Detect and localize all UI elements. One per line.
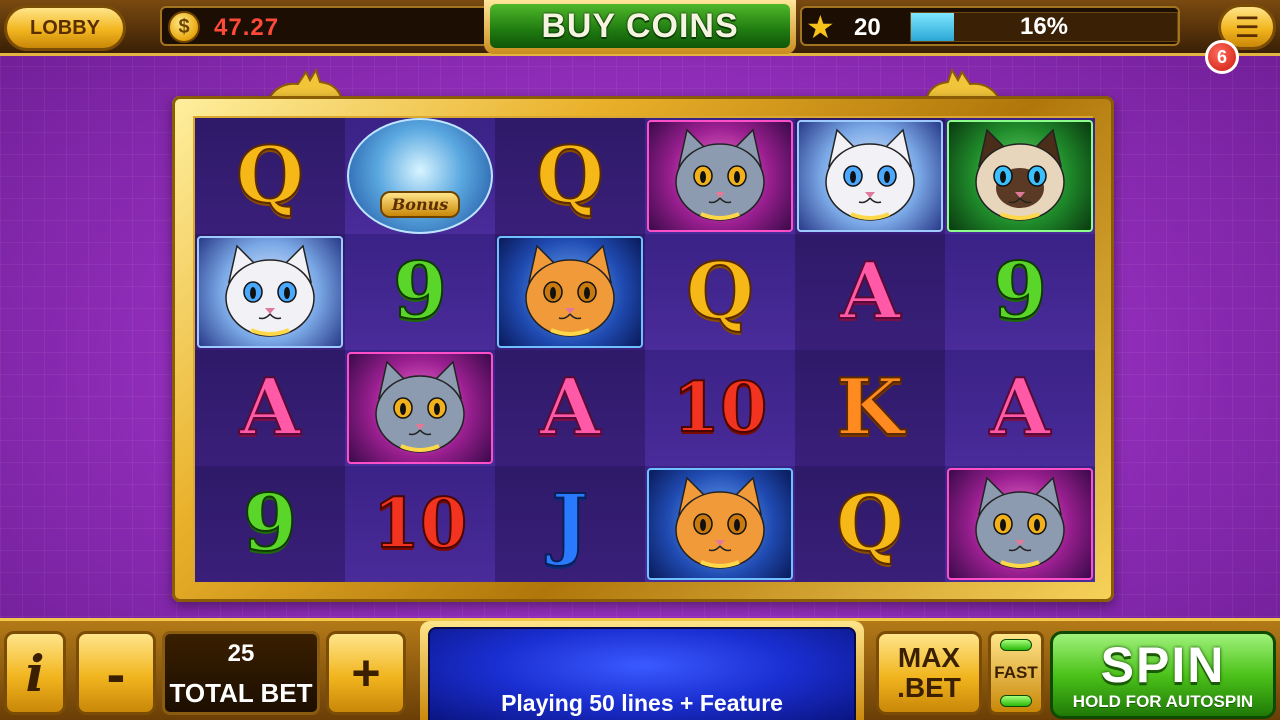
balance-value: 47.27 xyxy=(214,14,280,41)
coin-balance: $ 47.27 xyxy=(160,6,490,46)
notification-badge[interactable]: 6 xyxy=(1205,40,1239,74)
spin-label: SPIN xyxy=(1100,637,1226,693)
status-message: Playing 50 lines + Feature xyxy=(501,690,783,716)
spin-autospin-hint: HOLD FOR AUTOSPIN xyxy=(1072,692,1254,711)
level-value: 20 xyxy=(854,14,881,41)
reel-cell: A xyxy=(945,350,1095,466)
reel-cell: 9 xyxy=(345,234,495,350)
symbol-q: Q xyxy=(535,130,605,221)
cat-ginger-symbol xyxy=(647,468,793,580)
reel-cell: J xyxy=(495,466,645,582)
symbol-10: 10 xyxy=(672,368,769,448)
reel-cell: A xyxy=(495,350,645,466)
symbol-10: 10 xyxy=(372,484,469,564)
max-bet-button[interactable]: MAX .BET xyxy=(876,631,982,715)
max-bet-label-line2: .BET xyxy=(897,672,961,703)
menu-icon: ☰ xyxy=(1234,11,1260,43)
reel-cell xyxy=(195,234,345,350)
message-panel: Playing 50 lines + Feature xyxy=(420,621,864,720)
reel-cell: K xyxy=(795,350,945,466)
info-button[interactable]: i xyxy=(4,631,66,715)
cat-grey-symbol xyxy=(647,120,793,232)
total-bet-label: TOTAL BET xyxy=(169,678,313,708)
cat-white-symbol xyxy=(197,236,343,348)
increase-bet-button[interactable]: + xyxy=(326,631,406,715)
reel-cell: 9 xyxy=(195,466,345,582)
star-icon: ★ xyxy=(806,9,835,45)
lobby-button[interactable]: LOBBY xyxy=(4,5,126,51)
level-progress: ★ 20 16% xyxy=(800,6,1180,46)
max-bet-label-line1: MAX xyxy=(897,642,961,673)
reel-frame: Q Bonus Q 9 Q A 9 A A 10 K A 9 10 J Q xyxy=(172,96,1114,602)
bonus-symbol: Bonus xyxy=(347,118,493,234)
cat-white-symbol xyxy=(797,120,943,232)
symbol-q: Q xyxy=(835,478,905,569)
symbol-a: A xyxy=(989,362,1052,453)
symbol-q: Q xyxy=(685,246,755,337)
bonus-label: Bonus xyxy=(379,191,461,218)
symbol-j: J xyxy=(551,478,590,569)
reel-cell: A xyxy=(195,350,345,466)
reel-cell: Q xyxy=(195,118,345,234)
total-bet-value: 25 xyxy=(227,640,255,667)
reel-cell: 10 xyxy=(345,466,495,582)
symbol-a: A xyxy=(839,246,902,337)
decrease-bet-button[interactable]: - xyxy=(76,631,156,715)
reel-cell: Q xyxy=(795,466,945,582)
symbol-9: 9 xyxy=(992,246,1048,337)
reel-cell: Q xyxy=(495,118,645,234)
cat-grey-symbol xyxy=(947,468,1093,580)
fast-indicator-light xyxy=(1000,695,1032,707)
reel-cell: 10 xyxy=(645,350,795,466)
reel-cell: 9 xyxy=(945,234,1095,350)
fast-indicator-light xyxy=(1000,639,1032,651)
reel-cell xyxy=(645,118,795,234)
reel-cell xyxy=(945,118,1095,234)
xp-percent: 16% xyxy=(1019,13,1069,40)
symbol-a: A xyxy=(239,362,302,453)
reel-cell xyxy=(495,234,645,350)
reel-cell xyxy=(645,466,795,582)
reel-cell: Q xyxy=(645,234,795,350)
symbol-q: Q xyxy=(235,130,305,221)
top-bar: LOBBY $ 47.27 BUY COINS ★ 20 16% ☰ xyxy=(0,0,1280,56)
reel-cell xyxy=(945,466,1095,582)
cat-siamese-symbol xyxy=(947,120,1093,232)
message-screen: Playing 50 lines + Feature xyxy=(428,627,856,720)
buy-coins-button[interactable]: BUY COINS xyxy=(484,0,796,54)
spin-button[interactable]: SPIN HOLD FOR AUTOSPIN xyxy=(1050,631,1276,719)
buy-coins-label: BUY COINS xyxy=(490,4,790,48)
symbol-9: 9 xyxy=(392,246,448,337)
reel-cell: Bonus xyxy=(345,118,495,234)
total-bet-display: 25 TOTAL BET xyxy=(162,631,320,715)
coin-icon: $ xyxy=(168,11,200,43)
fast-toggle[interactable]: FAST xyxy=(988,631,1044,715)
symbol-a: A xyxy=(539,362,602,453)
cat-ginger-symbol xyxy=(497,236,643,348)
bottom-bar: i - 25 TOTAL BET + Playing 50 lines + Fe… xyxy=(0,618,1280,720)
cat-grey-symbol xyxy=(347,352,493,464)
fast-label: FAST xyxy=(994,663,1038,682)
symbol-k: K xyxy=(835,362,905,453)
reel-cell xyxy=(795,118,945,234)
reel-cell: A xyxy=(795,234,945,350)
symbol-9: 9 xyxy=(242,478,298,569)
reel-grid: Q Bonus Q 9 Q A 9 A A 10 K A 9 10 J Q xyxy=(193,116,1095,582)
reel-cell xyxy=(345,350,495,466)
